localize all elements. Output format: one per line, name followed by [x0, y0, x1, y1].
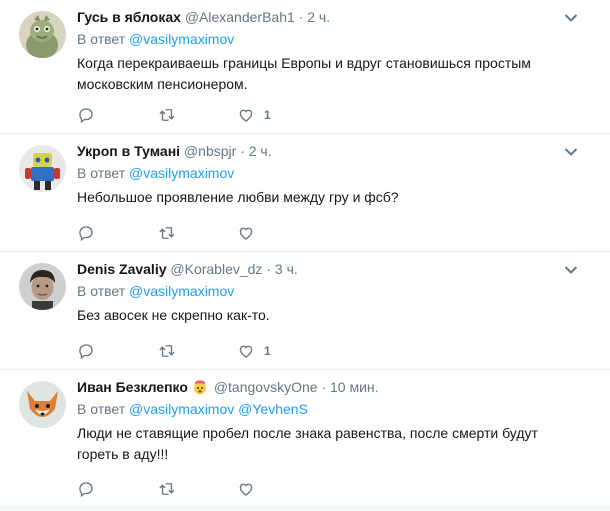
- reply-icon: [79, 108, 93, 124]
- reply-context: В ответ @vasilymaximov: [77, 165, 234, 181]
- reply-icon: [79, 482, 93, 498]
- timestamp[interactable]: 10 мин.: [330, 379, 379, 395]
- reply-feed: Гусь в яблоках @AlexanderBah1 · 2 ч. В о…: [0, 0, 610, 511]
- reply-button[interactable]: [77, 223, 95, 243]
- author-handle[interactable]: @Korablev_dz: [170, 261, 262, 277]
- author-name[interactable]: Иван Безклепко: [77, 379, 188, 395]
- timestamp[interactable]: 2 ч.: [249, 143, 272, 159]
- tweet[interactable]: Denis Zavaliy @Korablev_dz · 3 ч. В отве…: [0, 252, 610, 370]
- retweet-button[interactable]: [157, 105, 177, 125]
- tweet-text: Люди не ставящие пробел после знака раве…: [77, 425, 538, 462]
- like-icon: [239, 483, 253, 496]
- avatar[interactable]: [19, 263, 66, 310]
- mention-link[interactable]: @vasilymaximov: [129, 401, 234, 417]
- like-icon: [239, 227, 253, 240]
- retweet-icon: [159, 345, 175, 357]
- tweet[interactable]: Гусь в яблоках @AlexanderBah1 · 2 ч. В о…: [0, 0, 610, 134]
- separator-dot: ·: [266, 261, 271, 277]
- tweet-text: Когда перекраиваешь границы Европы и вдр…: [77, 55, 531, 92]
- author-handle[interactable]: @tangovskyOne: [214, 379, 318, 395]
- author-name[interactable]: Denis Zavaliy: [77, 261, 167, 277]
- retweet-button[interactable]: [157, 341, 177, 361]
- reply-context: В ответ @vasilymaximov: [77, 31, 234, 47]
- like-button[interactable]: 1: [237, 105, 271, 125]
- author-handle[interactable]: @nbspjr: [184, 143, 236, 159]
- like-button[interactable]: [237, 223, 264, 243]
- reply-context: В ответ @vasilymaximov @YevhenS: [77, 401, 308, 417]
- like-button[interactable]: [237, 479, 264, 499]
- like-button[interactable]: 1: [237, 341, 271, 361]
- mention-link[interactable]: @vasilymaximov: [129, 283, 234, 299]
- author-handle[interactable]: @AlexanderBah1: [185, 9, 295, 25]
- tweet[interactable]: Иван Безклепко @tangovskyOne · 10 мин. В…: [0, 370, 610, 505]
- reply-prefix: В ответ: [77, 165, 126, 181]
- tweet-text: Без авосек не скрепно как-то.: [77, 307, 270, 323]
- reply-prefix: В ответ: [77, 283, 126, 299]
- mention-link[interactable]: @YevhenS: [238, 401, 308, 417]
- tweet-actions: 1: [77, 341, 377, 361]
- separator-dot: ·: [298, 9, 304, 25]
- chevron-down-icon[interactable]: [564, 147, 578, 157]
- avatar[interactable]: [19, 381, 66, 428]
- author-name[interactable]: Укроп в Тумані: [77, 143, 180, 159]
- like-count: 1: [264, 108, 271, 122]
- like-count: 1: [264, 344, 271, 358]
- reply-icon: [79, 226, 93, 242]
- like-icon: [239, 109, 253, 122]
- like-icon: [239, 345, 253, 358]
- tweet-actions: [77, 223, 377, 243]
- tweet-header: Иван Безклепко @tangovskyOne · 10 мин.: [77, 378, 379, 399]
- tweet-header: Гусь в яблоках @AlexanderBah1 · 2 ч.: [77, 8, 330, 26]
- timestamp[interactable]: 3 ч.: [275, 261, 298, 277]
- retweet-icon: [159, 109, 175, 121]
- avatar[interactable]: [19, 145, 66, 192]
- avatar[interactable]: [19, 11, 66, 58]
- retweet-button[interactable]: [157, 223, 177, 243]
- tweet-actions: 1: [77, 105, 377, 125]
- chevron-down-icon[interactable]: [564, 13, 578, 23]
- reply-prefix: В ответ: [77, 31, 126, 47]
- separator-dot: ·: [321, 379, 327, 395]
- reply-button[interactable]: [77, 479, 95, 499]
- tweet[interactable]: Укроп в Тумані @nbspjr · 2 ч. В ответ @v…: [0, 134, 610, 252]
- retweet-icon: [159, 483, 175, 495]
- retweet-icon: [159, 227, 175, 239]
- author-name[interactable]: Гусь в яблоках: [77, 9, 181, 25]
- mention-link[interactable]: @vasilymaximov: [129, 31, 234, 47]
- tweet-actions: [77, 479, 377, 499]
- chevron-down-icon[interactable]: [564, 265, 578, 275]
- tweet-header: Укроп в Тумані @nbspjr · 2 ч.: [77, 142, 272, 160]
- reply-button[interactable]: [77, 341, 95, 361]
- reply-prefix: В ответ: [77, 401, 126, 417]
- reply-context: В ответ @vasilymaximov: [77, 283, 234, 299]
- tweet-text: Небольшое проявление любви между гру и ф…: [77, 189, 399, 205]
- retweet-button[interactable]: [157, 479, 177, 499]
- mention-link[interactable]: @vasilymaximov: [129, 165, 234, 181]
- tweet-header: Denis Zavaliy @Korablev_dz · 3 ч.: [77, 260, 298, 278]
- reply-button[interactable]: [77, 105, 95, 125]
- exploding-head-emoji: [192, 379, 208, 399]
- timestamp[interactable]: 2 ч.: [307, 9, 330, 25]
- feed-bottom-edge: [0, 505, 610, 511]
- separator-dot: ·: [240, 143, 245, 159]
- reply-icon: [79, 344, 93, 360]
